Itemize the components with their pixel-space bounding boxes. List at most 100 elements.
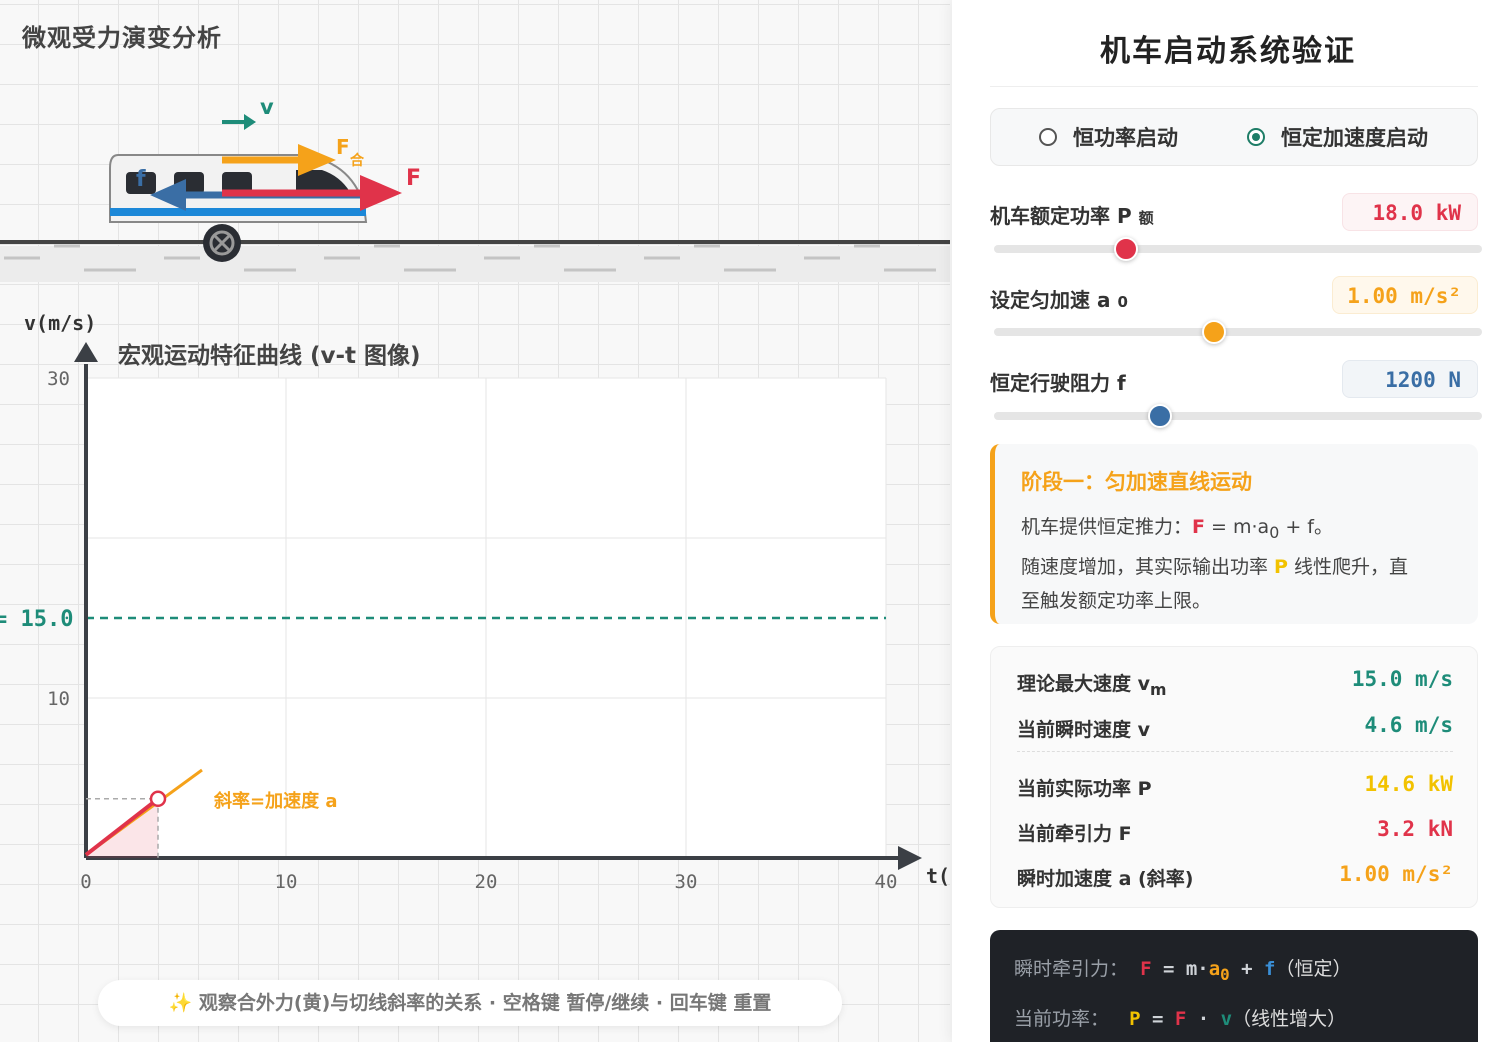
locomotive <box>109 154 368 262</box>
power-label-sub: 额 <box>1138 209 1154 227</box>
formula2-v: v <box>1220 1008 1233 1030</box>
formula2-P: P <box>1129 1008 1141 1030</box>
phase-line1-sub: 0 <box>1269 522 1280 542</box>
drag-label-text: 恒定行驶阻力 f <box>990 371 1126 395</box>
control-panel: 机车启动系统验证 恒功率启动 恒定加速度启动 机车额定功率 P 额 18.0 k… <box>952 0 1504 1042</box>
stat-value-traction: 3.2 kN <box>1377 817 1453 841</box>
simulation-stage[interactable]: v F 合 f F = 15.0 0 10 20 30 40 10 30 v(m/s) t(宏观运… <box>0 0 950 1042</box>
mode-constant-power[interactable]: 恒功率启动 <box>1039 109 1178 165</box>
formula1-a-sub: 0 <box>1220 964 1230 984</box>
formula2-F: F <box>1174 1008 1187 1030</box>
phase-line1-text: 机车提供恒定推力： <box>1021 516 1193 538</box>
formula2-eq: = <box>1140 1008 1175 1030</box>
mode-selector: 恒功率启动 恒定加速度启动 <box>990 108 1478 166</box>
accel-slider[interactable] <box>994 320 1482 344</box>
drag-value: 1200 N <box>1342 360 1478 398</box>
drag-slider-thumb[interactable] <box>1147 404 1172 428</box>
power-label-text: 机车额定功率 P <box>990 204 1132 228</box>
chart-title: 宏观运动特征曲线 (v-t 图像) <box>118 342 421 369</box>
drag-slider[interactable] <box>994 404 1482 428</box>
formula2-dot: · <box>1186 1008 1221 1030</box>
y-tick-label: 30 <box>47 368 70 390</box>
road-surface <box>0 246 950 282</box>
formula1-label: 瞬时牵引力： <box>1014 958 1129 980</box>
accel-label-text: 设定匀加速 a <box>990 288 1111 312</box>
y-axis-label: v(m/s) <box>24 311 96 335</box>
formula1-a: a <box>1208 958 1221 980</box>
stat-row-power: 当前实际功率 P 14.6 kW <box>1017 766 1453 806</box>
stat-value-power: 14.6 kW <box>1364 772 1453 796</box>
stage-canvas: v F 合 f F = 15.0 0 10 20 30 40 10 30 v(m/s) t(宏观运… <box>0 95 950 893</box>
accel-slider-thumb[interactable] <box>1201 320 1226 344</box>
drag-force-label: f <box>136 167 146 192</box>
stat-row-vmax: 理论最大速度 vm 15.0 m/s <box>1017 661 1453 701</box>
phase-line2-P: P <box>1274 555 1288 578</box>
x-axis-label: t( <box>926 864 950 888</box>
x-tick-label: 30 <box>675 871 698 893</box>
phase-line3-text: 至触发额定功率上限。 <box>1021 589 1212 612</box>
phase-title: 阶段一：匀加速直线运动 <box>1021 470 1252 494</box>
current-point-marker <box>149 790 167 808</box>
formula2-label: 当前功率： <box>1014 1008 1110 1030</box>
mode-constant-accel[interactable]: 恒定加速度启动 <box>1247 109 1428 165</box>
phase-description-card: 阶段一：匀加速直线运动 机车提供恒定推力：F = m·a0 + f。 随速度增加… <box>990 444 1478 624</box>
stat-value-vmax: 15.0 m/s <box>1351 667 1453 691</box>
stat-value-velocity: 4.6 m/s <box>1364 713 1453 737</box>
formula1-plus: + <box>1229 958 1265 980</box>
drag-label: 恒定行驶阻力 f <box>990 367 1126 396</box>
stat-label-accel: 瞬时加速度 a (斜率) <box>1017 868 1194 890</box>
phase-line1-F: F <box>1192 516 1205 538</box>
x-tick-label: 0 <box>80 871 91 893</box>
stat-value-accel: 1.00 m/s² <box>1339 862 1453 886</box>
power-label: 机车额定功率 P 额 <box>990 200 1154 229</box>
traction-force-label: F <box>406 166 421 191</box>
phase-line1-post: + f。 <box>1279 516 1333 538</box>
phase-line2-text: 随速度增加，其实际输出功率 <box>1021 555 1275 578</box>
formula-card: 瞬时牵引力： F = m·a0 + f（恒定） 当前功率： P = F · v（… <box>990 930 1478 1042</box>
power-slider[interactable] <box>994 237 1482 261</box>
phase-line2-post: 线性爬升，直 <box>1287 555 1409 578</box>
accel-value: 1.00 m/s² <box>1332 276 1478 314</box>
x-tick-label: 40 <box>875 871 898 893</box>
stat-row-accel: 瞬时加速度 a (斜率) 1.00 m/s² <box>1017 856 1453 896</box>
phase-text: 机车提供恒定推力：F = m·a0 + f。 随速度增加，其实际输出功率 P 线… <box>1021 510 1478 618</box>
x-tick-label: 10 <box>275 871 298 893</box>
stats-card: 理论最大速度 vm 15.0 m/s 当前瞬时速度 v 4.6 m/s 当前实际… <box>990 646 1478 908</box>
accel-label: 设定匀加速 a 0 <box>990 284 1128 313</box>
accel-label-sub: 0 <box>1117 293 1128 311</box>
panel-title: 机车启动系统验证 <box>1100 34 1356 69</box>
radio-checked-icon[interactable] <box>1247 128 1265 146</box>
formula-traction: 瞬时牵引力： F = m·a0 + f（恒定） <box>1014 954 1352 984</box>
net-force-label: F <box>336 135 350 159</box>
stage-title: 微观受力演变分析 <box>22 24 222 52</box>
formula2-note: （线性增大） <box>1232 1008 1347 1030</box>
vmax-label: = 15.0 <box>0 607 73 632</box>
formula1-f: f <box>1264 958 1276 980</box>
mode-constant-power-label: 恒功率启动 <box>1073 126 1178 150</box>
phase-line1-eq: = m·a <box>1205 516 1270 538</box>
formula1-note: （恒定） <box>1275 958 1352 980</box>
stat-row-velocity: 当前瞬时速度 v 4.6 m/s <box>1017 707 1453 747</box>
mode-constant-accel-label: 恒定加速度启动 <box>1281 126 1428 150</box>
power-slider-thumb[interactable] <box>1113 237 1138 261</box>
title-divider <box>990 86 1478 87</box>
power-value: 18.0 kW <box>1342 193 1478 231</box>
stat-label-velocity: 当前瞬时速度 v <box>1017 719 1151 741</box>
stat-label-power: 当前实际功率 P <box>1017 778 1152 800</box>
keyboard-hint: ✨ 观察合外力(黄)与切线斜率的关系 · 空格键 暂停/继续 · 回车键 重置 <box>98 980 842 1026</box>
formula1-eq: = m· <box>1151 958 1209 980</box>
stat-row-traction: 当前牵引力 F 3.2 kN <box>1017 811 1453 851</box>
velocity-arrow <box>222 114 256 130</box>
formula-power: 当前功率： P = F · v（线性增大） <box>1014 1004 1346 1031</box>
velocity-label: v <box>260 95 274 119</box>
x-tick-label: 20 <box>475 871 498 893</box>
slope-label: 斜率=加速度 a <box>213 790 338 812</box>
y-axis-arrow <box>74 342 98 362</box>
radio-unchecked-icon[interactable] <box>1039 128 1057 146</box>
stat-label-traction: 当前牵引力 F <box>1017 823 1132 845</box>
x-axis-arrow <box>898 846 922 870</box>
vt-chart: = 15.0 0 10 20 30 40 10 30 v(m/s) t(宏观运动特征曲线 (v-t… <box>0 311 950 893</box>
stats-divider <box>1017 751 1453 752</box>
net-force-subscript: 合 <box>350 152 365 169</box>
stat-label-vmax: 理论最大速度 vm <box>1017 673 1167 699</box>
